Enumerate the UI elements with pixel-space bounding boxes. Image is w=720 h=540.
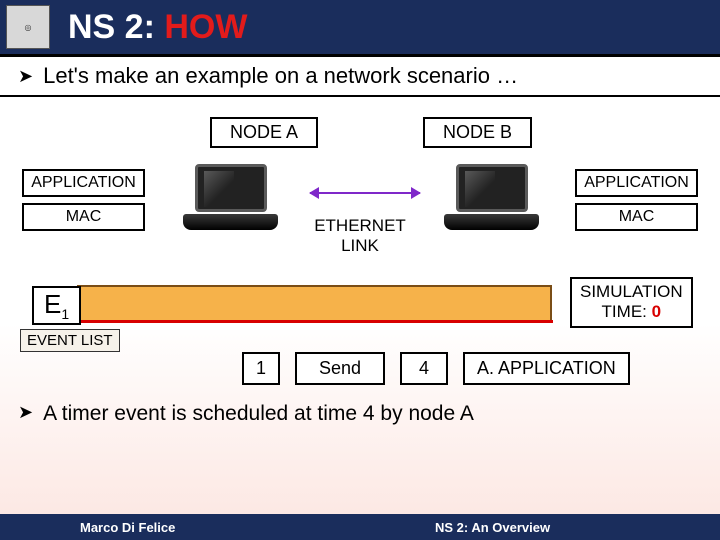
chevron-icon: ➤ xyxy=(18,402,33,423)
node-b-label: NODE B xyxy=(423,117,532,148)
event-row: 1 Send 4 A. APPLICATION xyxy=(242,352,630,385)
intro-bullet: ➤ Let's make an example on a network sce… xyxy=(0,55,720,97)
second-bullet-text: A timer event is scheduled at time 4 by … xyxy=(43,402,474,426)
event-marker: E1 xyxy=(32,286,81,325)
event-id: 1 xyxy=(242,352,280,385)
university-seal-icon: ◎ xyxy=(6,5,50,49)
chevron-icon: ➤ xyxy=(18,66,33,87)
simulation-time-box: SIMULATION TIME: 0 xyxy=(570,277,693,328)
simtime-value: 0 xyxy=(652,302,661,321)
right-application-layer: APPLICATION xyxy=(575,169,698,197)
footer-author: Marco Di Felice xyxy=(0,520,175,535)
title-bar: ◎ NS 2: HOW xyxy=(0,0,720,55)
slide-title: NS 2: HOW xyxy=(68,8,247,47)
ethernet-link-label: ETHERNET LINK xyxy=(300,216,420,256)
event-time: 4 xyxy=(400,352,448,385)
event-marker-sym: E xyxy=(44,289,61,319)
event-list-label: EVENT LIST xyxy=(20,329,120,352)
intro-text: Let's make an example on a network scena… xyxy=(43,63,518,89)
left-mac-layer: MAC xyxy=(22,203,145,231)
left-application-layer: APPLICATION xyxy=(22,169,145,197)
laptop-a-icon xyxy=(183,164,278,236)
timeline-baseline xyxy=(76,320,553,323)
right-mac-layer: MAC xyxy=(575,203,698,231)
simtime-l2-prefix: TIME: xyxy=(602,302,652,321)
timeline-bar xyxy=(77,285,552,323)
title-emph: HOW xyxy=(164,8,247,46)
footer-title: NS 2: An Overview xyxy=(435,520,550,535)
second-bullet: ➤ A timer event is scheduled at time 4 b… xyxy=(0,402,700,426)
event-who: A. APPLICATION xyxy=(463,352,630,385)
simtime-l1: SIMULATION xyxy=(580,282,683,301)
link-arrow-icon xyxy=(310,192,420,194)
event-marker-sub: 1 xyxy=(61,306,69,322)
node-a-label: NODE A xyxy=(210,117,318,148)
ethernet-line2: LINK xyxy=(341,236,379,255)
event-action: Send xyxy=(295,352,385,385)
laptop-b-icon xyxy=(444,164,539,236)
title-prefix: NS 2: xyxy=(68,8,164,46)
ethernet-line1: ETHERNET xyxy=(314,216,406,235)
footer-bar: Marco Di Felice NS 2: An Overview xyxy=(0,514,720,540)
diagram-area: NODE A NODE B APPLICATION MAC APPLICATIO… xyxy=(0,97,720,437)
